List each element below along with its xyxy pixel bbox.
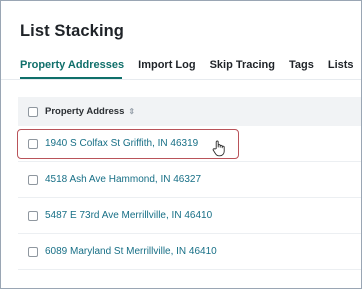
tabs-divider — [1, 79, 361, 80]
property-address-link[interactable]: 5487 E 73rd Ave Merrillville, IN 46410 — [45, 210, 212, 221]
tab-skip-tracing[interactable]: Skip Tracing — [210, 59, 275, 71]
app-window: List Stacking Property Addresses Import … — [0, 0, 362, 289]
table-row: 5487 E 73rd Ave Merrillville, IN 46410 — [18, 198, 361, 234]
tab-tags[interactable]: Tags — [289, 59, 314, 71]
row-checkbox[interactable] — [28, 246, 38, 257]
row-checkbox[interactable] — [28, 138, 38, 149]
tab-lists[interactable]: Lists — [328, 59, 354, 71]
tab-bar: Property Addresses Import Log Skip Traci… — [20, 59, 361, 71]
column-header-property-address[interactable]: Property Address — [45, 106, 124, 117]
hand-pointer-icon — [212, 140, 225, 157]
row-checkbox[interactable] — [28, 210, 38, 221]
tab-import-log[interactable]: Import Log — [138, 59, 195, 71]
property-address-link[interactable]: 4518 Ash Ave Hammond, IN 46327 — [45, 174, 201, 185]
table-row: 4518 Ash Ave Hammond, IN 46327 — [18, 162, 361, 198]
table-row: 6089 Maryland St Merrillville, IN 46410 — [18, 234, 361, 270]
page-title: List Stacking — [20, 22, 124, 40]
row-checkbox[interactable] — [28, 174, 38, 185]
property-address-link[interactable]: 6089 Maryland St Merrillville, IN 46410 — [45, 246, 217, 257]
select-all-checkbox[interactable] — [28, 106, 38, 117]
sort-icon[interactable]: ⇕ — [128, 107, 135, 116]
table-row: 1940 S Colfax St Griffith, IN 46319 — [18, 126, 361, 162]
property-table: Property Address ⇕ 1940 S Colfax St Grif… — [18, 97, 361, 270]
tab-property-addresses[interactable]: Property Addresses — [20, 59, 124, 71]
table-header: Property Address ⇕ — [18, 97, 361, 126]
property-address-link[interactable]: 1940 S Colfax St Griffith, IN 46319 — [45, 138, 198, 149]
